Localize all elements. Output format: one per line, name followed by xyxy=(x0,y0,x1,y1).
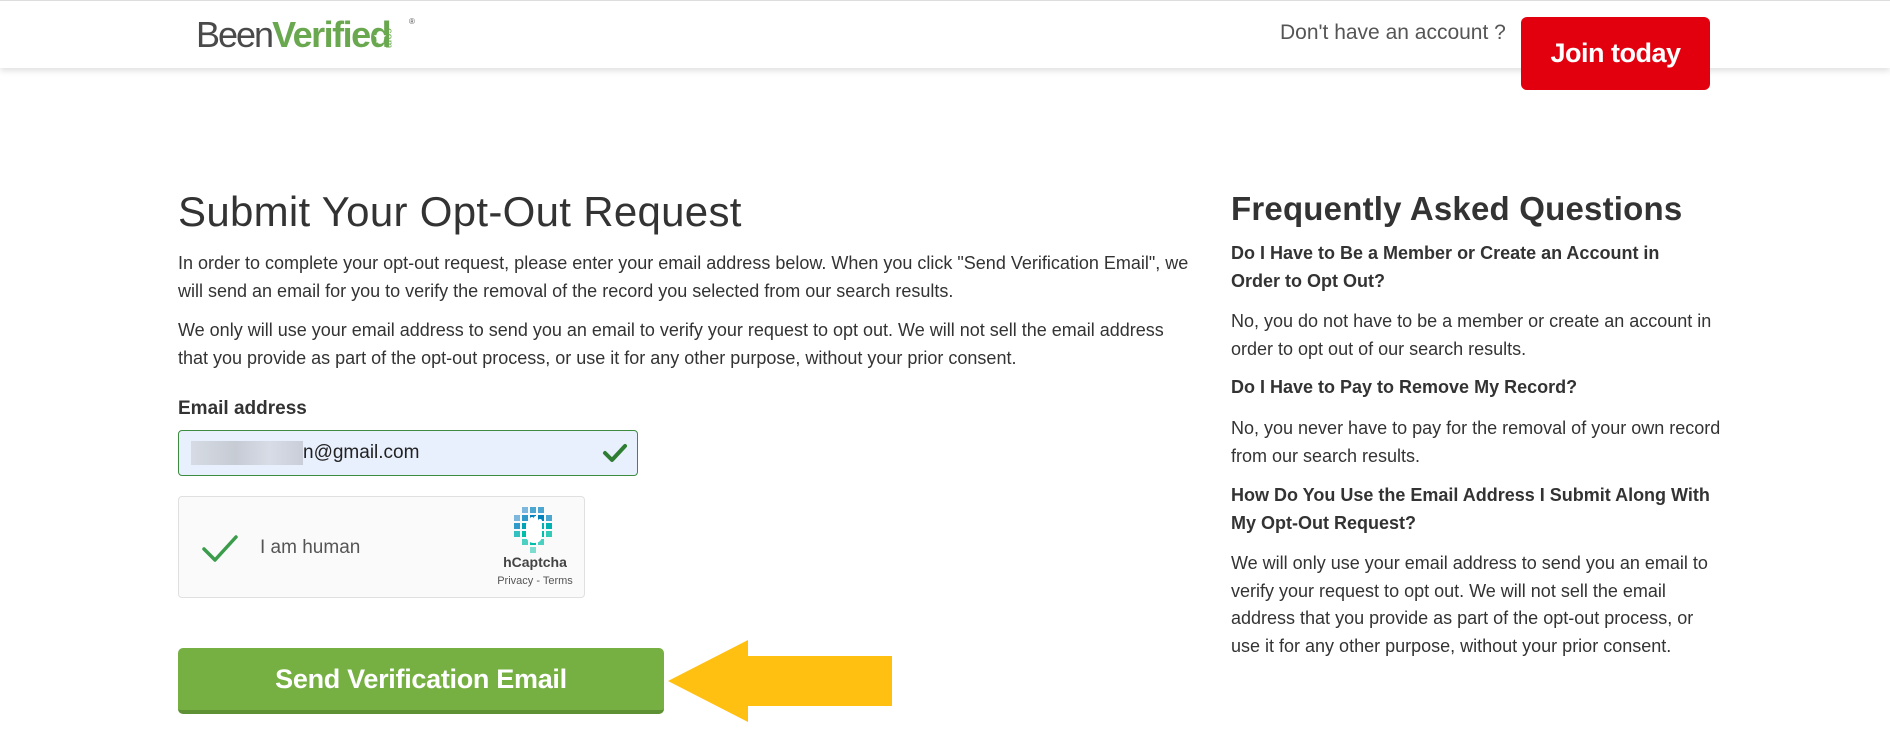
join-today-button[interactable]: Join today xyxy=(1521,17,1710,90)
redacted-email-prefix xyxy=(191,441,303,465)
page-title: Submit Your Opt-Out Request xyxy=(178,188,742,235)
hcaptcha-privacy-terms-links[interactable]: Privacy - Terms xyxy=(479,575,591,587)
checkmark-icon xyxy=(603,444,627,462)
intro-paragraph: In order to complete your opt-out reques… xyxy=(178,253,1189,301)
hcaptcha-brand: hCaptcha xyxy=(503,554,567,570)
left-arrow-icon xyxy=(668,640,892,722)
logo-been-text: Been xyxy=(196,14,274,55)
hcaptcha-logo-icon xyxy=(514,507,552,553)
faq-answer: No, you never have to pay for the remova… xyxy=(1231,418,1721,466)
logo-dotcom-text: .com xyxy=(383,25,394,49)
logo-registered-mark: ® xyxy=(409,17,415,26)
faq-title: Frequently Asked Questions xyxy=(1231,190,1683,227)
checkmark-icon[interactable] xyxy=(201,533,239,565)
email-value: n@gmail.com xyxy=(303,442,420,463)
faq-answer: No, you do not have to be a member or cr… xyxy=(1231,311,1712,359)
captcha-label: I am human xyxy=(260,537,361,558)
faq-question: How Do You Use the Email Address I Submi… xyxy=(1231,485,1710,533)
beenverified-logo[interactable]: Been Verified .com ® xyxy=(196,14,415,59)
faq-question: Do I Have to Pay to Remove My Record? xyxy=(1231,377,1578,397)
privacy-paragraph: We only will use your email address to s… xyxy=(178,320,1164,368)
faq-question: Do I Have to Be a Member or Create an Ac… xyxy=(1231,243,1660,291)
hcaptcha-widget[interactable]: I am human hCaptcha Privacy - Terms xyxy=(178,496,585,598)
email-input[interactable]: n@gmail.com xyxy=(178,430,638,476)
faq-answer: We will only use your email address to s… xyxy=(1231,553,1708,656)
email-label: Email address xyxy=(178,398,307,419)
no-account-text: Don't have an account ? xyxy=(1280,21,1506,44)
send-verification-email-button[interactable]: Send Verification Email xyxy=(178,648,664,714)
